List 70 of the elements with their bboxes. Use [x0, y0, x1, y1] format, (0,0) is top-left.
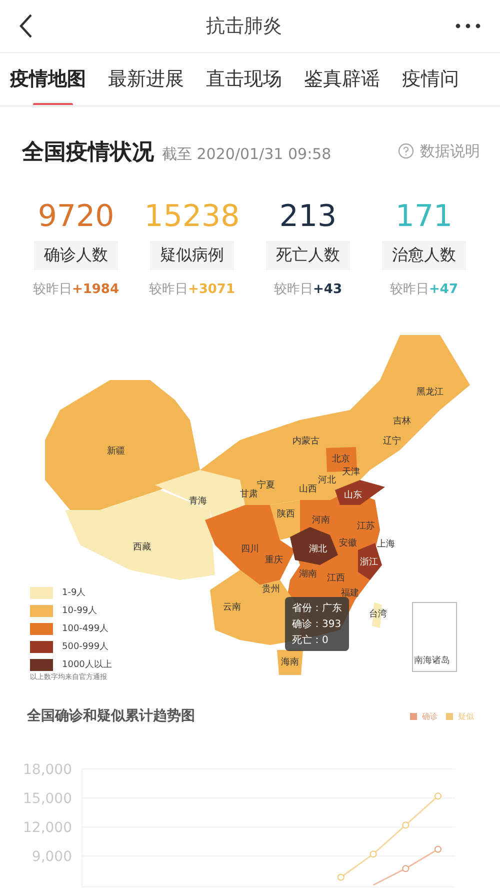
stat-label: 疑似病例: [150, 241, 234, 270]
province-label: 甘肃: [240, 489, 258, 500]
province-label: 宁夏: [257, 479, 275, 490]
province-label: 山东: [344, 489, 362, 502]
stat-label: 确诊人数: [34, 241, 118, 270]
legend-label: 1000人以上: [62, 658, 112, 671]
province-label: 安徽: [339, 537, 357, 550]
stat-change: 较昨日+3071: [148, 281, 236, 298]
legend-label: 10-99人: [62, 604, 98, 617]
data-point: [337, 874, 344, 881]
tab[interactable]: 疫情问: [402, 53, 459, 105]
stat-number: 15238: [144, 199, 240, 235]
stat-number: 171: [395, 199, 453, 235]
page-title: 抗击肺炎: [206, 14, 282, 39]
province-label: 江西: [327, 572, 345, 584]
tooltip-line: 省份：广东: [292, 602, 342, 615]
legend-label: 1-9人: [62, 586, 86, 599]
stat-change: 较昨日+47: [390, 281, 458, 298]
chart-title: 全国确诊和疑似累计趋势图: [27, 707, 195, 725]
province-label: 四川: [241, 543, 259, 556]
stat-number: 9720: [38, 199, 114, 235]
province-label: 黑龙江: [416, 386, 444, 398]
province-label: 河北: [318, 474, 336, 486]
province-label: 新疆: [107, 445, 125, 458]
province-label: 西藏: [133, 541, 151, 554]
province-label: 内蒙古: [292, 435, 320, 448]
map-region: [277, 650, 303, 675]
tab[interactable]: 直击现场: [206, 53, 282, 105]
map-inset-frame: [412, 602, 457, 672]
province-label: 湖南: [299, 568, 317, 580]
timestamp: 截至 2020/01/31 09:58: [162, 145, 332, 164]
province-label: 江苏: [357, 520, 375, 532]
stat-change: 较昨日+43: [274, 281, 342, 298]
province-label: 吉林: [393, 415, 411, 428]
province-label: 北京: [332, 453, 350, 466]
data-point: [434, 846, 442, 853]
tab[interactable]: 鉴真辟谣: [304, 53, 380, 105]
inset-label: 南海诸岛: [414, 654, 450, 667]
data-point: [402, 865, 410, 872]
stat-number: 213: [279, 199, 337, 235]
legend-label: 确诊: [422, 710, 438, 722]
province-label: 陕西: [277, 508, 295, 520]
province-label: 青海: [189, 495, 207, 508]
province-label: 河南: [312, 514, 330, 526]
province-label: 海南: [281, 656, 299, 668]
legend-label: 500-999人: [62, 640, 109, 653]
province-label: 贵州: [262, 583, 280, 596]
stat-label: 死亡人数: [266, 241, 350, 270]
province-label: 天津: [342, 466, 360, 478]
stat-label: 治愈人数: [382, 241, 466, 270]
tab[interactable]: 疫情地图: [10, 53, 86, 105]
tooltip-line: 确诊：393: [292, 618, 342, 631]
tab[interactable]: 最新进展: [108, 53, 184, 105]
stat-change: 较昨日+1984: [32, 281, 120, 298]
province-label: 重庆: [265, 554, 283, 566]
province-label: 台湾: [369, 608, 387, 620]
province-label: 山西: [299, 483, 317, 496]
more-icon[interactable]: [454, 22, 482, 30]
legend-label: 100-499人: [62, 622, 109, 635]
province-label: 福建: [341, 587, 359, 600]
province-label: 浙江: [360, 556, 378, 568]
province-label: 云南: [223, 601, 241, 614]
province-label: 湖北: [309, 543, 327, 556]
province-label: 辽宁: [383, 435, 401, 448]
section-title: 全国疫情状况: [22, 139, 154, 167]
help-icon: [398, 143, 414, 159]
province-label: 上海: [377, 538, 395, 550]
tooltip-line: 死亡：0: [292, 634, 330, 647]
legend-label: 疑似: [458, 710, 474, 722]
back-icon[interactable]: [18, 13, 34, 39]
